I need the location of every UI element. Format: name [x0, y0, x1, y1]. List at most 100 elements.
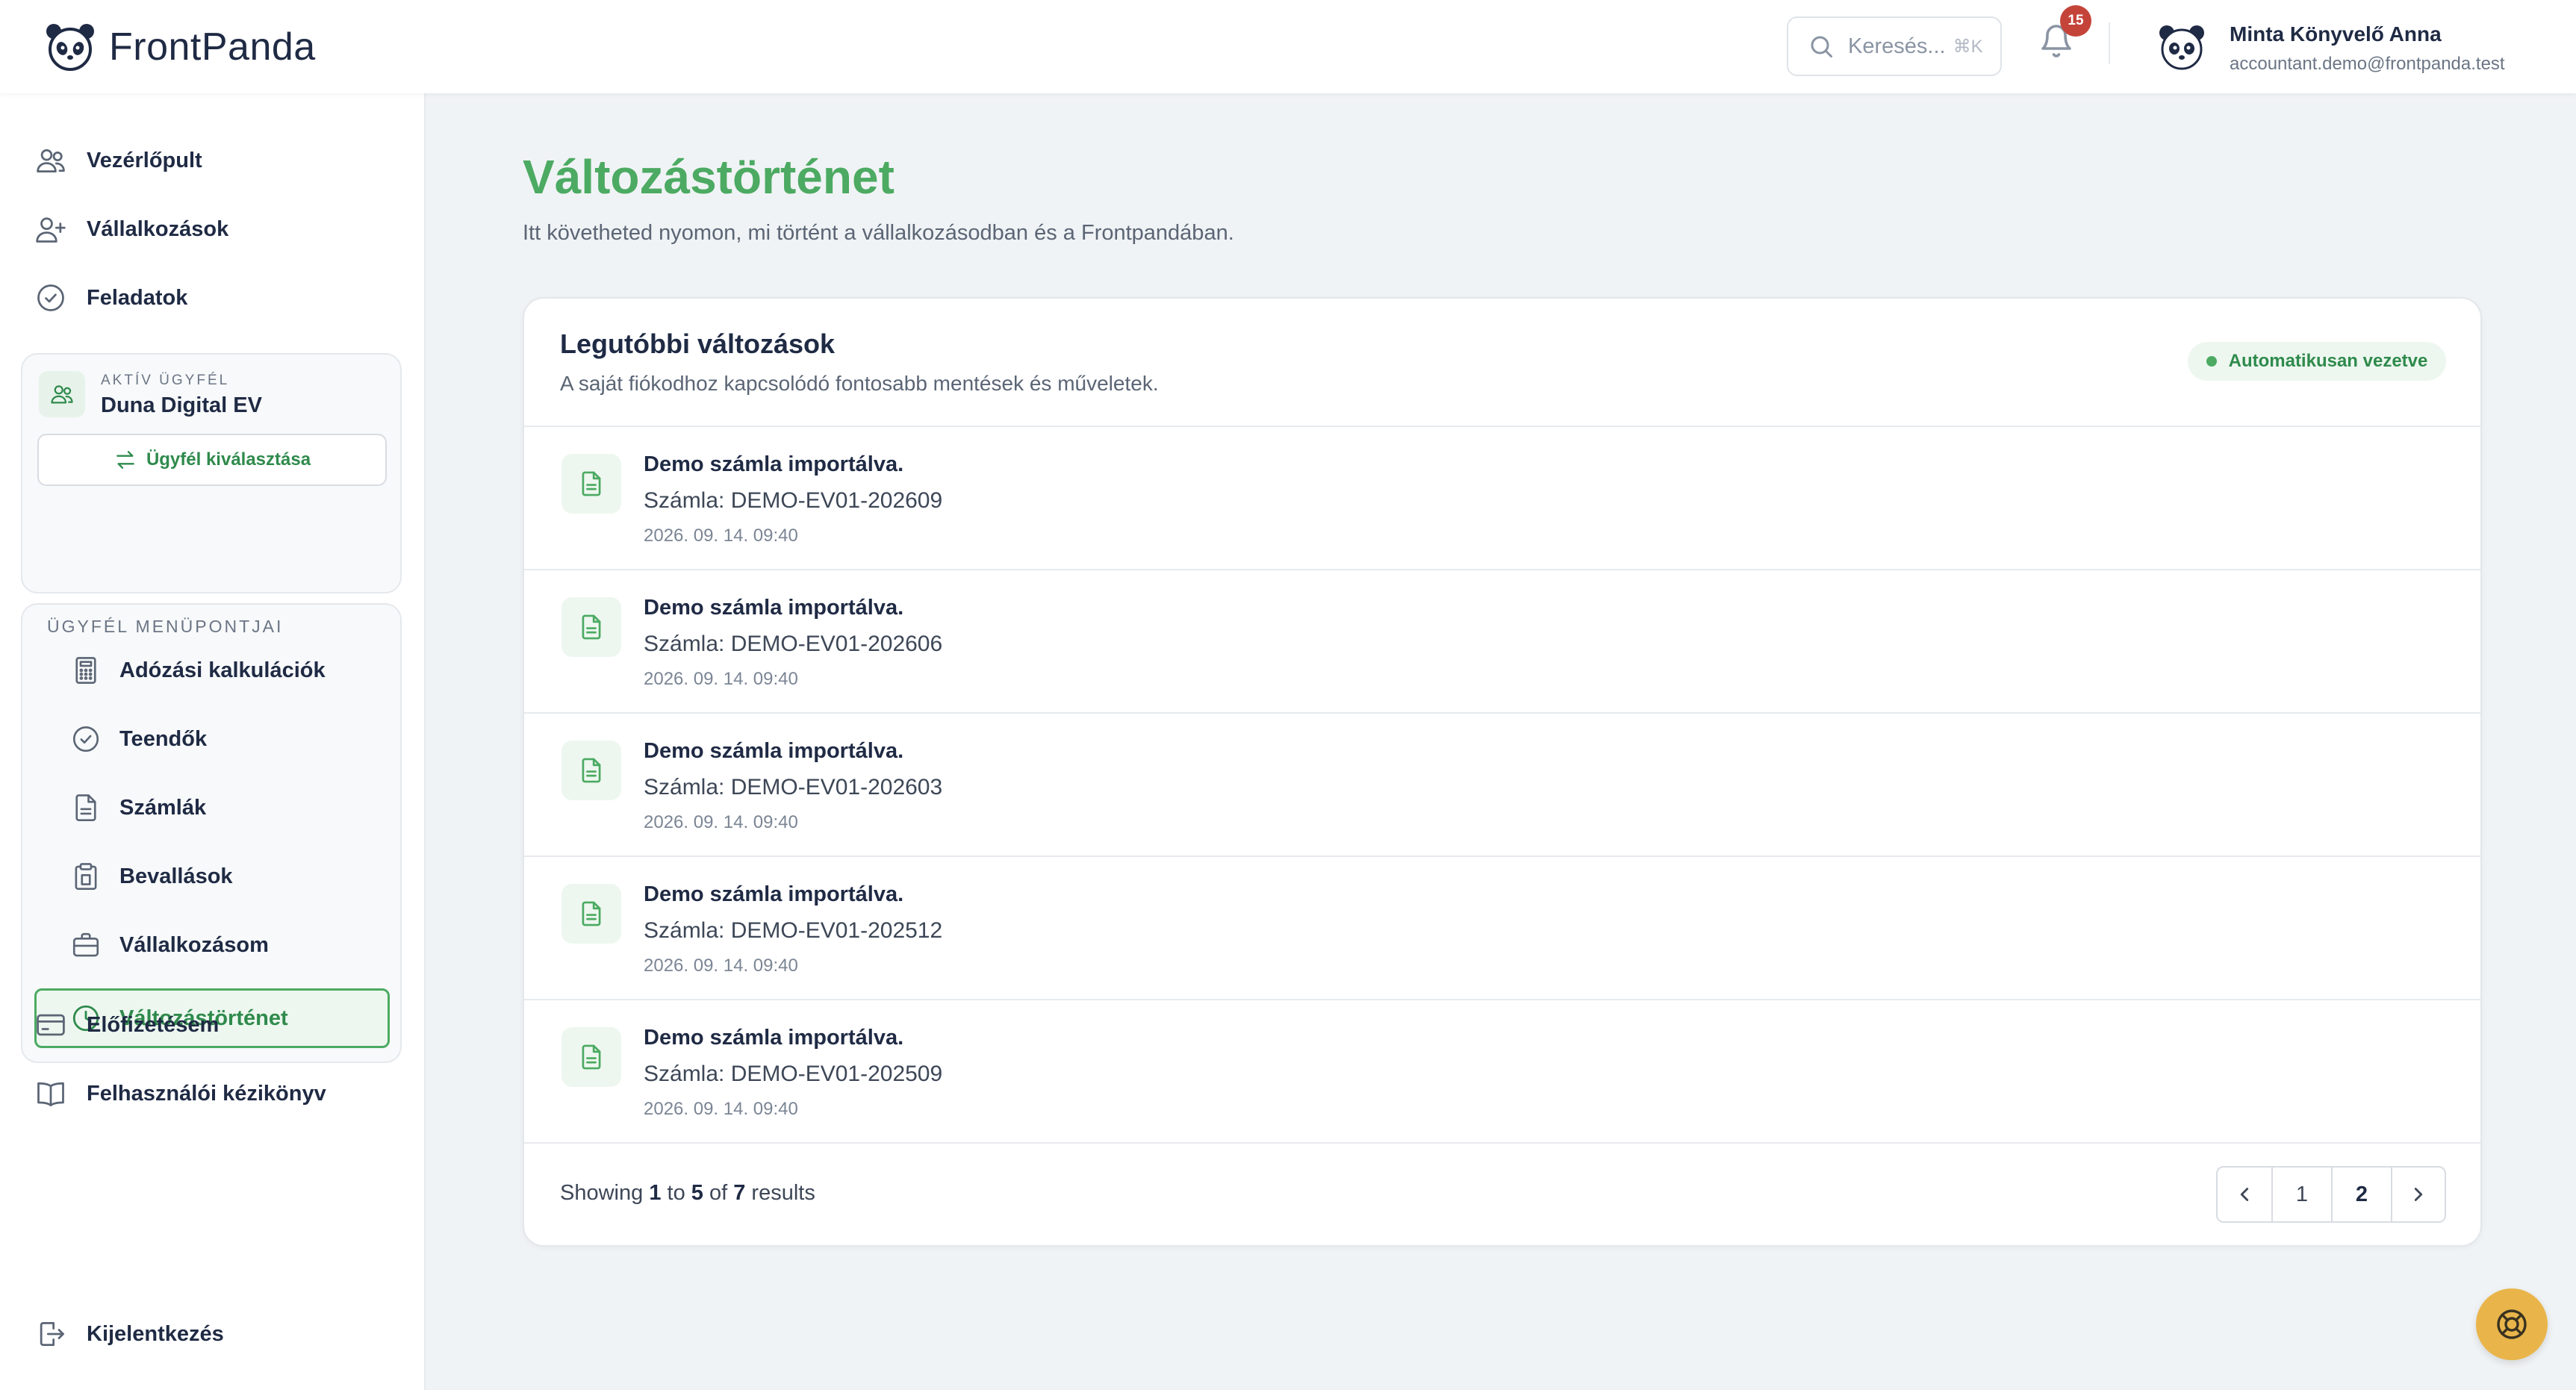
swap-arrows-icon [116, 451, 134, 469]
check-circle-icon [72, 726, 99, 752]
chevron-left-icon [2240, 1188, 2249, 1201]
notification-count-badge: 15 [2060, 5, 2091, 37]
next-page-button[interactable] [2392, 1168, 2445, 1221]
app-name: FrontPanda [109, 25, 316, 69]
results-to: 5 [691, 1181, 703, 1205]
sidebar: Vezérlőpult Vállalkozások Feladatok AKTÍ… [0, 93, 426, 1390]
chevron-right-icon [2414, 1188, 2423, 1201]
list-item[interactable]: Demo számla importálva. Számla: DEMO-EV0… [524, 427, 2480, 570]
entry-timestamp: 2026. 09. 14. 09:40 [644, 1099, 798, 1119]
document-icon [75, 794, 96, 821]
sidebar-item-user-manual[interactable]: Felhasználói kézikönyv [34, 1071, 326, 1116]
sidebar-item-my-business[interactable]: Vállalkozásom [34, 915, 390, 975]
previous-page-button[interactable] [2218, 1168, 2273, 1221]
users-icon [37, 149, 65, 173]
entry-description: Számla: DEMO-EV01-202512 [644, 918, 943, 943]
sidebar-item-invoices[interactable]: Számlák [34, 778, 390, 838]
app-logo[interactable]: FrontPanda [45, 22, 316, 72]
page-1-button[interactable]: 1 [2273, 1168, 2333, 1221]
sidebar-item-todos[interactable]: Teendők [34, 709, 390, 769]
client-avatar [39, 371, 85, 417]
sidebar-item-tasks[interactable]: Feladatok [34, 275, 187, 320]
document-icon [582, 1044, 601, 1070]
top-bar: FrontPanda Keresés... ⌘K 15 Minta Könyve… [0, 0, 2576, 93]
client-menu-caption: ÜGYFÉL MENÜPONTJAI [47, 617, 284, 636]
entry-timestamp: 2026. 09. 14. 09:40 [644, 812, 798, 832]
pagination: 1 2 [2216, 1166, 2446, 1223]
results-total: 7 [733, 1181, 746, 1205]
page-subtitle: Itt követheted nyomon, mi történt a váll… [523, 221, 1234, 245]
list-item[interactable]: Demo számla importálva. Számla: DEMO-EV0… [524, 857, 2480, 1000]
list-item[interactable]: Demo számla importálva. Számla: DEMO-EV0… [524, 714, 2480, 857]
entry-icon-wrap [561, 597, 621, 657]
entry-description: Számla: DEMO-EV01-202609 [644, 488, 943, 513]
list-item[interactable]: Demo számla importálva. Számla: DEMO-EV0… [524, 570, 2480, 714]
sidebar-item-label: Feladatok [87, 285, 188, 310]
sidebar-item-businesses[interactable]: Vállalkozások [34, 207, 228, 252]
sidebar-item-label: Adózási kalkulációk [119, 658, 326, 682]
search-placeholder: Keresés... [1848, 34, 1946, 58]
entry-description: Számla: DEMO-EV01-202603 [644, 775, 943, 800]
entry-description: Számla: DEMO-EV01-202606 [644, 632, 943, 656]
sidebar-item-label: Vállalkozásom [119, 932, 269, 957]
sidebar-item-tax-returns[interactable]: Bevallások [34, 847, 390, 906]
results-summary: Showing 1 to 5 of 7 results [560, 1181, 815, 1206]
sidebar-item-label: Vállalkozások [87, 216, 229, 241]
entry-title: Demo számla importálva. [644, 739, 904, 763]
user-name[interactable]: Minta Könyvelő Anna [2230, 22, 2442, 46]
entry-icon-wrap [561, 884, 621, 944]
logout-label: Kijelentkezés [87, 1321, 224, 1346]
card-subtitle: A saját fiókodhoz kapcsolódó fontosabb m… [560, 372, 1159, 395]
sidebar-item-label: Számlák [119, 795, 207, 820]
results-of-word: of [709, 1181, 728, 1205]
sidebar-item-label: Felhasználói kézikönyv [87, 1081, 326, 1106]
clipboard-icon [75, 863, 97, 890]
user-plus-icon [36, 217, 66, 243]
select-client-button[interactable]: Ügyfél kiválasztása [37, 434, 387, 486]
select-client-label: Ügyfél kiválasztása [146, 449, 311, 470]
lifebuoy-icon [2497, 1309, 2527, 1339]
logout-button[interactable]: Kijelentkezés [34, 1312, 224, 1356]
sidebar-item-subscription[interactable]: Előfizetésem [34, 1003, 219, 1047]
results-to-word: to [667, 1181, 685, 1205]
active-client-caption: AKTÍV ÜGYFÉL [101, 373, 230, 388]
document-icon [582, 758, 601, 783]
header-divider [2109, 22, 2110, 64]
document-icon [582, 901, 601, 926]
credit-card-icon [37, 1014, 65, 1036]
entry-icon-wrap [561, 741, 621, 800]
search-icon [1811, 36, 1832, 57]
entry-timestamp: 2026. 09. 14. 09:40 [644, 956, 798, 976]
entry-timestamp: 2026. 09. 14. 09:40 [644, 526, 798, 546]
sidebar-item-label: Vezérlőpult [87, 148, 202, 172]
sidebar-item-label: Teendők [119, 726, 208, 751]
sidebar-item-dashboard[interactable]: Vezérlőpult [34, 138, 202, 183]
help-button[interactable] [2476, 1288, 2548, 1360]
search-shortcut: ⌘K [1953, 36, 1983, 57]
sidebar-item-label: Bevallások [119, 864, 233, 888]
client-menu-panel: ÜGYFÉL MENÜPONTJAI Adózási kalkulációk T… [21, 603, 402, 1063]
results-suffix: results [751, 1181, 815, 1205]
entry-title: Demo számla importálva. [644, 1026, 904, 1050]
entry-timestamp: 2026. 09. 14. 09:40 [644, 669, 798, 689]
entry-description: Számla: DEMO-EV01-202509 [644, 1062, 943, 1086]
logout-icon [40, 1321, 64, 1347]
active-client-name: Duna Digital EV [101, 393, 262, 417]
avatar[interactable] [2156, 21, 2207, 72]
entry-title: Demo számla importálva. [644, 882, 904, 906]
status-badge: Automatikusan vezetve [2188, 342, 2446, 381]
list-item[interactable]: Demo számla importálva. Számla: DEMO-EV0… [524, 1000, 2480, 1144]
page-2-button[interactable]: 2 [2333, 1168, 2392, 1221]
search-input[interactable]: Keresés... ⌘K [1787, 16, 2002, 76]
entry-title: Demo számla importálva. [644, 596, 904, 620]
results-prefix: Showing [560, 1181, 644, 1205]
users-icon [51, 385, 73, 404]
check-circle-icon [37, 284, 64, 311]
book-icon [37, 1082, 64, 1106]
results-from: 1 [649, 1181, 662, 1205]
calculator-icon [75, 657, 96, 684]
recent-changes-card: Legutóbbi változások A saját fiókodhoz k… [523, 297, 2482, 1247]
entry-icon-wrap [561, 454, 621, 514]
sidebar-item-tax-calculations[interactable]: Adózási kalkulációk [34, 641, 390, 700]
user-email: accountant.demo@frontpanda.test [2230, 54, 2505, 74]
